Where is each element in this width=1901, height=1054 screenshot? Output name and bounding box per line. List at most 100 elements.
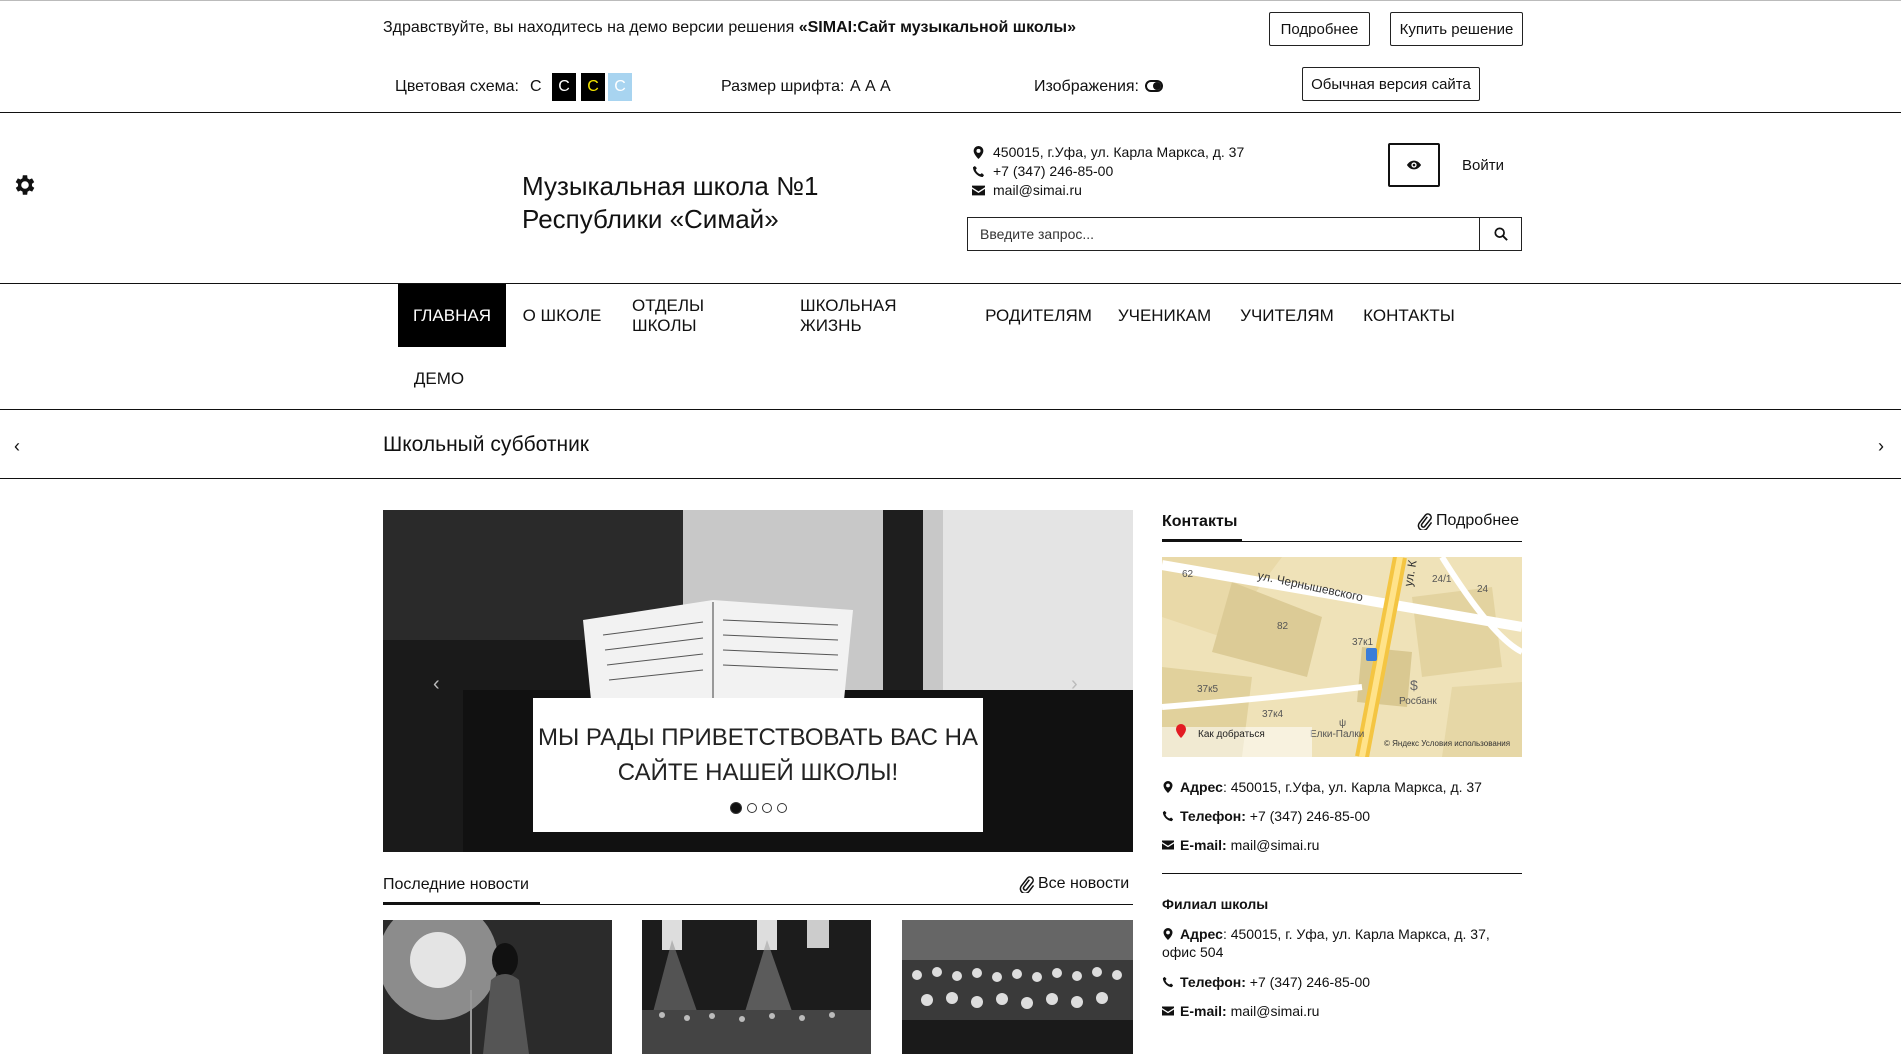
search-input[interactable]: [968, 218, 1479, 250]
nav-item-students[interactable]: Ученикам: [1118, 284, 1211, 347]
nav-item-home[interactable]: Главная: [398, 284, 506, 347]
nav-item-departments[interactable]: Отделы школы: [632, 284, 772, 347]
scheme-blue[interactable]: C: [608, 73, 632, 101]
slide-caption-line2: сайте нашей школы!: [617, 759, 899, 786]
header-email[interactable]: mail@simai.ru: [972, 182, 1082, 198]
map-terms[interactable]: © Яндекс Условия использования: [1384, 739, 1510, 748]
nav-item-demo[interactable]: Демо: [408, 347, 470, 410]
ticker-headline[interactable]: Школьный субботник: [383, 433, 589, 457]
nav-item-contacts[interactable]: Контакты: [1363, 284, 1455, 347]
color-scheme-label: Цветовая схема:: [395, 78, 519, 95]
map-label: 37к4: [1262, 709, 1283, 720]
top-edge: [0, 0, 1901, 1]
all-news-link-text: Все новости: [1038, 875, 1130, 892]
toggle-knob: [1153, 82, 1161, 90]
demo-solution-name: «SIMAI:Сайт музыкальной школы»: [798, 19, 1076, 36]
nav-item-parents[interactable]: Родителям: [985, 284, 1092, 347]
slider-dots: [533, 802, 983, 814]
map-label: 24/1: [1432, 574, 1452, 585]
header-address: 450015, г.Уфа, ул. Карла Маркса, д. 37: [972, 144, 1244, 160]
search-box: [967, 217, 1522, 251]
login-link[interactable]: Войти: [1462, 157, 1504, 174]
news-thumb-orchestra-hall[interactable]: [642, 920, 871, 1054]
all-news-link[interactable]: Все новости: [1019, 875, 1129, 893]
ticker-divider: [0, 478, 1901, 479]
slider-next-chevron-icon[interactable]: ›: [1071, 673, 1078, 695]
search-button[interactable]: [1479, 218, 1521, 250]
gear-icon[interactable]: [12, 172, 38, 203]
map-route-link[interactable]: Как добраться: [1198, 728, 1265, 740]
header-email-text: mail@simai.ru: [993, 182, 1082, 198]
branch-email-text: E-mail: mail@simai.ru: [1180, 1003, 1320, 1019]
map-marker-icon: [973, 145, 984, 159]
images-label: Изображения:: [1034, 78, 1139, 95]
images-toggle[interactable]: [1145, 80, 1163, 92]
news-thumb-singer[interactable]: [383, 920, 612, 1054]
envelope-icon: [1162, 840, 1174, 850]
font-size-small[interactable]: A: [850, 78, 861, 96]
contact-email[interactable]: E-mail: mail@simai.ru: [1162, 836, 1319, 855]
contacts-divider: [1162, 541, 1522, 542]
bus-stop-icon: [1366, 648, 1377, 661]
branch-address-line2: офис 504: [1162, 944, 1224, 960]
yandex-map[interactable]: ул. Чернышевского ул. К 62 82 37к1 37к5 …: [1162, 557, 1522, 757]
phone-icon: [972, 165, 985, 177]
accessibility-divider: [0, 112, 1901, 113]
map-marker-icon: [1163, 781, 1173, 793]
map-marker-icon: [1163, 928, 1173, 940]
ticker-prev-chevron-icon[interactable]: ‹: [14, 436, 20, 457]
branch-email[interactable]: E-mail: mail@simai.ru: [1162, 1002, 1319, 1021]
nav-item-about[interactable]: О школе: [521, 284, 603, 347]
map-label: Росбанк: [1399, 695, 1437, 707]
phone-icon: [1162, 976, 1174, 988]
scheme-white[interactable]: C: [530, 78, 542, 96]
news-divider: [383, 904, 1133, 905]
slider-dot[interactable]: [729, 802, 742, 814]
slider-prev-chevron-icon[interactable]: ‹: [433, 673, 440, 695]
paperclip-icon: [1019, 875, 1034, 893]
normal-version-button[interactable]: Обычная версия сайта: [1302, 67, 1480, 101]
phone-icon: [1162, 810, 1174, 822]
slider-dot[interactable]: [761, 803, 772, 813]
buy-solution-button[interactable]: Купить решение: [1390, 12, 1523, 46]
more-button[interactable]: Подробнее: [1269, 12, 1370, 46]
map-label: Елки-Палки: [1310, 729, 1364, 740]
nav-item-school-life[interactable]: Школьная жизнь: [800, 284, 960, 347]
map-label: 24: [1477, 584, 1489, 595]
scheme-black[interactable]: C: [552, 73, 576, 101]
search-icon: [1493, 227, 1508, 241]
hero-slider: ‹ › Мы рады приветствовать вас на сайте …: [383, 510, 1133, 852]
map-label: 37к1: [1352, 637, 1373, 648]
map-label: 62: [1182, 569, 1194, 580]
contact-phone-text: Телефон: +7 (347) 246-85-00: [1180, 808, 1371, 824]
ticker-next-chevron-icon[interactable]: ›: [1878, 436, 1884, 457]
branch-address-text: Адрес: 450015, г. Уфа, ул. Карла Маркса,…: [1180, 926, 1490, 942]
contacts-more-link[interactable]: Подробнее: [1417, 512, 1519, 530]
branch-phone[interactable]: Телефон: +7 (347) 246-85-00: [1162, 973, 1370, 992]
font-size-medium[interactable]: A: [865, 78, 876, 96]
contact-email-text: E-mail: mail@simai.ru: [1180, 837, 1320, 853]
header-phone[interactable]: +7 (347) 246-85-00: [972, 163, 1113, 179]
nav-divider: [0, 409, 1901, 410]
site-title-line1: Музыкальная школа №1: [522, 171, 819, 201]
news-title: Последние новости: [383, 876, 529, 893]
accessibility-eye-button[interactable]: [1388, 143, 1440, 187]
envelope-icon: [1162, 1006, 1174, 1016]
font-size-label: Размер шрифта:: [721, 78, 845, 95]
header-phone-text: +7 (347) 246-85-00: [993, 163, 1114, 179]
demo-notice: Здравствуйте, вы находитесь на демо верс…: [383, 19, 1076, 37]
demo-notice-text: Здравствуйте, вы находитесь на демо верс…: [383, 19, 799, 36]
slide-caption-line1: Мы рады приветствовать вас на: [538, 724, 978, 751]
scheme-yellow[interactable]: C: [581, 73, 605, 101]
map-label: 37к5: [1197, 684, 1218, 695]
site-title-line2: Республики «Симай»: [522, 204, 779, 234]
contact-address-text: Адрес: 450015, г.Уфа, ул. Карла Маркса, …: [1180, 779, 1482, 795]
font-size-large[interactable]: A: [880, 78, 891, 96]
nav-item-teachers[interactable]: Учителям: [1240, 284, 1334, 347]
slide-caption-text: Мы рады приветствовать вас на сайте наше…: [533, 720, 983, 790]
site-title[interactable]: Музыкальная школа №1 Республики «Симай»: [522, 170, 818, 236]
slider-dot[interactable]: [746, 803, 757, 813]
slider-dot[interactable]: [776, 803, 787, 813]
contact-phone[interactable]: Телефон: +7 (347) 246-85-00: [1162, 807, 1370, 826]
news-thumb-choir[interactable]: [902, 920, 1133, 1054]
